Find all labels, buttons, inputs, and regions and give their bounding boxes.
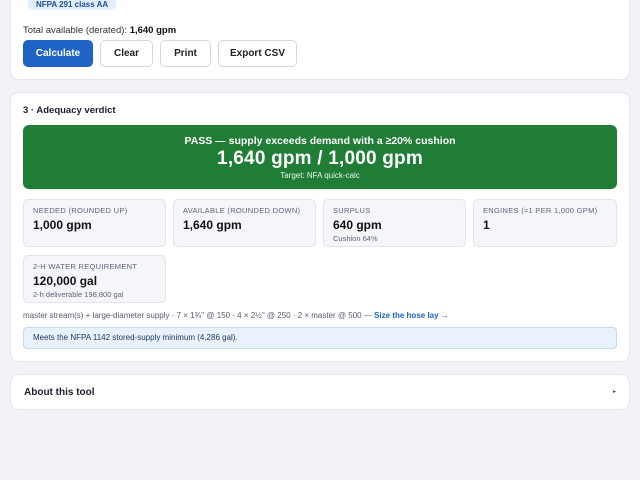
clear-button[interactable]: Clear <box>100 40 153 67</box>
stat-available: AVAILABLE (ROUNDED DOWN) 1,640 gpm <box>173 199 316 247</box>
stat-value: 120,000 gal <box>33 274 98 288</box>
stat-label: AVAILABLE (ROUNDED DOWN) <box>183 206 301 215</box>
stat-value: 1,640 gpm <box>183 218 242 232</box>
stat-label: ENGINES (≈1 PER 1,000 GPM) <box>483 206 598 215</box>
total-available-label: Total available (derated): <box>23 25 128 36</box>
stat-label: SURPLUS <box>333 206 371 215</box>
calculate-button[interactable]: Calculate <box>23 40 93 67</box>
verdict-ratio: 1,640 gpm / 1,000 gpm <box>217 148 423 169</box>
about-title: About this tool <box>24 387 95 398</box>
stat-engines: ENGINES (≈1 PER 1,000 GPM) 1 <box>473 199 617 247</box>
stat-water-requirement: 2-H WATER REQUIREMENT 120,000 gal 2-h de… <box>23 255 166 303</box>
size-hose-lay-link[interactable]: Size the hose lay → <box>374 311 449 320</box>
stat-surplus: SURPLUS 640 gpm Cushion 64% <box>323 199 466 247</box>
stat-label: NEEDED (ROUNDED UP) <box>33 206 128 215</box>
hose-lay-text: master stream(s) + large-diameter supply… <box>23 311 372 320</box>
verdict-section-title: 3 · Adequacy verdict <box>23 105 116 116</box>
nfpa-info-box: Meets the NFPA 1142 stored-supply minimu… <box>23 327 617 349</box>
action-buttons: Calculate Clear Print Export CSV <box>23 40 297 67</box>
verdict-status: PASS — supply exceeds demand with a ≥20%… <box>184 135 456 147</box>
verdict-banner: PASS — supply exceeds demand with a ≥20%… <box>23 125 617 189</box>
stat-sub: Cushion 64% <box>333 234 378 243</box>
stat-label: 2-H WATER REQUIREMENT <box>33 262 138 271</box>
hose-lay-note: master stream(s) + large-diameter supply… <box>23 311 449 320</box>
export-csv-button[interactable]: Export CSV <box>218 40 297 67</box>
stat-sub: 2-h deliverable 196,800 gal <box>33 290 124 299</box>
stat-value: 1,000 gpm <box>33 218 92 232</box>
verdict-target: Target: NFA quick-calc <box>280 171 360 180</box>
class-badge: NFPA 291 class AA <box>28 0 117 10</box>
total-available: Total available (derated): 1,640 gpm <box>23 25 176 36</box>
stat-value: 640 gpm <box>333 218 382 232</box>
about-section[interactable]: About this tool ▸ <box>10 374 630 410</box>
chevron-right-icon: ▸ <box>612 389 616 395</box>
stat-value: 1 <box>483 218 490 232</box>
print-button[interactable]: Print <box>160 40 211 67</box>
total-available-value: 1,640 gpm <box>129 25 177 36</box>
stat-needed: NEEDED (ROUNDED UP) 1,000 gpm <box>23 199 166 247</box>
